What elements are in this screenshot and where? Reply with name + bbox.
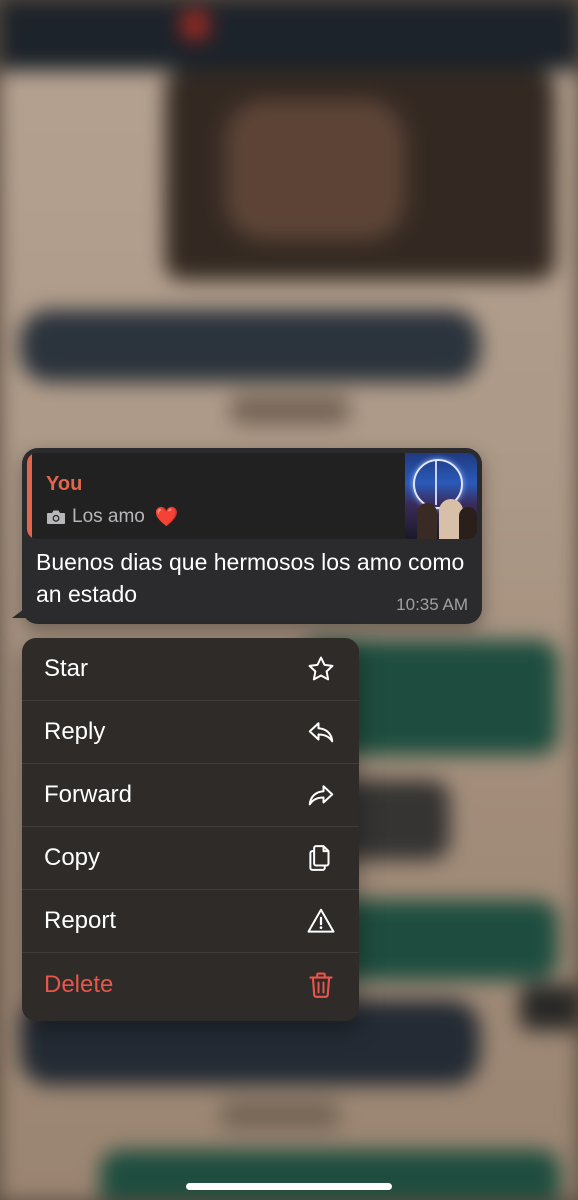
reply-icon xyxy=(305,716,337,748)
menu-item-label: Reply xyxy=(44,718,106,745)
menu-item-label: Star xyxy=(44,655,89,682)
photo-thumbnail[interactable] xyxy=(405,453,477,539)
selected-message-bubble[interactable]: You Los amo ❤️ Buenos dias que hermosos … xyxy=(12,448,482,624)
forward-icon xyxy=(305,779,337,811)
warning-icon xyxy=(305,905,337,937)
menu-item-label: Forward xyxy=(44,781,133,808)
menu-item-star[interactable]: Star xyxy=(22,638,359,701)
trash-icon xyxy=(305,969,337,1001)
quote-caption: Los amo xyxy=(72,506,145,527)
menu-item-label: Copy xyxy=(44,844,101,871)
copy-icon xyxy=(305,842,337,874)
menu-item-label: Report xyxy=(44,907,117,934)
heart-emoji: ❤️ xyxy=(154,507,179,528)
camera-icon xyxy=(46,509,66,525)
quote-accent-bar xyxy=(27,453,32,539)
home-indicator[interactable] xyxy=(186,1183,392,1190)
quoted-reply[interactable]: You Los amo ❤️ xyxy=(27,453,477,539)
menu-item-copy[interactable]: Copy xyxy=(22,827,359,890)
menu-item-label: Delete xyxy=(44,971,114,998)
menu-item-delete[interactable]: Delete xyxy=(22,953,359,1017)
menu-item-reply[interactable]: Reply xyxy=(22,701,359,764)
quote-caption-row: Los amo ❤️ xyxy=(46,505,179,529)
message-timestamp: 10:35 AM xyxy=(396,595,468,614)
message-context-menu: Star Reply Forward Copy Report Delete xyxy=(22,638,359,1021)
star-icon xyxy=(305,653,337,685)
quote-author: You xyxy=(46,473,83,495)
menu-item-report[interactable]: Report xyxy=(22,890,359,953)
menu-item-forward[interactable]: Forward xyxy=(22,764,359,827)
